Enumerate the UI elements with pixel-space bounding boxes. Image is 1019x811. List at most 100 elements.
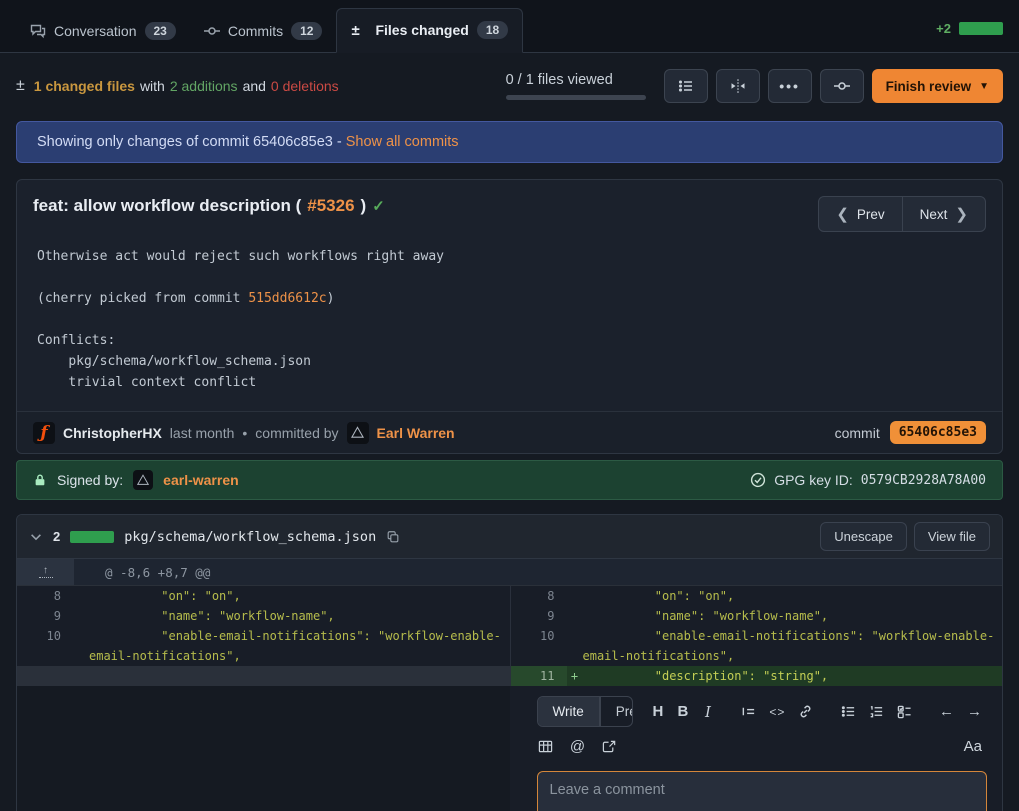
commit-time: last month — [170, 425, 235, 441]
redo-icon[interactable]: → — [967, 703, 982, 721]
diff-line-marker — [73, 586, 89, 606]
expand-up-icon: ↑ — [43, 566, 48, 575]
reference-icon[interactable] — [601, 737, 619, 755]
gpg-key-group: GPG key ID: 0579CB2928A78A00 — [750, 472, 986, 488]
diff-line-number[interactable]: 8 — [511, 586, 567, 606]
diff-icon-small: ± — [16, 77, 25, 95]
hunk-header-row: ↑ @ -8,6 +8,7 @@ — [17, 559, 1002, 586]
diff-line-code: "description": "string", — [583, 666, 1003, 686]
files-viewed-label: 0 / 1 files viewed — [506, 72, 613, 88]
diff-line-number[interactable]: 8 — [17, 586, 73, 606]
cherry-pick-hash-link[interactable]: 515dd6612c — [248, 291, 326, 306]
prev-commit-button[interactable]: ❮ Prev — [818, 196, 902, 232]
verified-icon — [750, 472, 766, 488]
commit-panel: feat: allow workflow description (#5326)… — [16, 179, 1003, 454]
undo-icon[interactable]: ← — [939, 703, 954, 721]
collapse-file-icon[interactable] — [29, 530, 43, 544]
cherry-pick-close: ) — [327, 291, 335, 306]
signature-bar: Signed by: earl-warren GPG key ID: 0579C… — [16, 460, 1003, 500]
bold-icon[interactable]: B — [677, 703, 689, 721]
diff-line: 9 "name": "workflow-name", — [511, 606, 1003, 626]
tab-conversation[interactable]: Conversation 23 — [16, 10, 190, 53]
link-icon[interactable] — [798, 703, 813, 721]
changed-files-summary: ± 1 changed files with 2 additions and 0… — [16, 77, 339, 95]
task-list-icon[interactable] — [897, 703, 912, 721]
signer-avatar[interactable] — [133, 470, 153, 490]
commit-label: commit — [835, 425, 880, 441]
chevron-left-icon: ❮ — [836, 205, 849, 223]
write-tab[interactable]: Write — [538, 697, 600, 726]
italic-icon[interactable]: I — [702, 703, 714, 721]
file-changes-count: 2 — [53, 529, 60, 544]
comment-region-left-spacer — [17, 686, 510, 811]
diff-line-number[interactable]: 11 — [511, 666, 567, 686]
commit-hash-badge[interactable]: 65406c85e3 — [890, 421, 986, 444]
lock-icon — [33, 473, 47, 487]
commit-header: feat: allow workflow description (#5326)… — [17, 180, 1002, 236]
committer-name-link[interactable]: Earl Warren — [377, 425, 455, 441]
diff-line-marker — [567, 606, 583, 626]
editor-mode-switch: Write Preview — [537, 696, 633, 727]
hunk-header-text: @ -8,6 +8,7 @@ — [74, 559, 210, 585]
dot-separator: • — [242, 425, 247, 441]
unordered-list-icon[interactable] — [841, 703, 856, 721]
issue-reference[interactable]: #5326 — [307, 196, 354, 216]
preview-tab[interactable]: Preview — [600, 697, 633, 726]
copy-filename-icon[interactable] — [386, 530, 400, 544]
tab-files-changed[interactable]: ± Files changed 18 — [336, 8, 523, 53]
ci-success-icon[interactable]: ✓ — [372, 197, 385, 215]
diff-line-number[interactable]: 9 — [17, 606, 73, 626]
quote-icon[interactable] — [741, 703, 756, 721]
ordered-list-icon[interactable] — [869, 703, 884, 721]
diff-line-marker — [73, 606, 89, 626]
view-file-button[interactable]: View file — [914, 522, 990, 551]
file-actions: Unescape View file — [820, 522, 990, 551]
file-tree-toggle-button[interactable] — [664, 69, 708, 103]
commit-filter-banner: Showing only changes of commit 65406c85e… — [16, 121, 1003, 163]
banner-text: Showing only changes of commit 65406c85e… — [37, 134, 342, 150]
unescape-button[interactable]: Unescape — [820, 522, 907, 551]
show-all-commits-link[interactable]: Show all commits — [346, 134, 459, 150]
diff-line: 11+ "description": "string", — [511, 666, 1003, 686]
tab-commits[interactable]: Commits 12 — [190, 10, 337, 53]
code-icon[interactable]: <> — [769, 703, 785, 721]
diff-line-number — [17, 666, 73, 686]
table-icon[interactable] — [537, 737, 555, 755]
commit-message: Otherwise act would reject such workflow… — [17, 236, 1002, 411]
tab-conversation-label: Conversation — [54, 23, 137, 39]
more-options-button[interactable]: ••• — [768, 69, 812, 103]
commit-hash-group: commit 65406c85e3 — [835, 421, 986, 444]
caret-down-icon: ▼ — [979, 81, 989, 92]
diff-line: 8 "on": "on", — [17, 586, 510, 606]
tab-files-changed-count: 18 — [477, 21, 508, 39]
diff-line-code: "on": "on", — [583, 586, 1003, 606]
select-commit-button[interactable] — [820, 69, 864, 103]
heading-icon[interactable]: H — [652, 703, 664, 721]
diff-line-marker: + — [567, 666, 583, 686]
diff-line-code: "enable-email-notifications": "workflow-… — [583, 626, 1003, 666]
committer-avatar[interactable] — [347, 422, 369, 444]
diff-line-number[interactable]: 10 — [17, 626, 73, 666]
next-commit-button[interactable]: Next ❯ — [902, 196, 986, 232]
expand-hunk-button[interactable]: ↑ — [17, 559, 74, 585]
gpg-key-value: 0579CB2928A78A00 — [861, 473, 986, 488]
author-name[interactable]: ChristopherHX — [63, 425, 162, 441]
finish-review-button[interactable]: Finish review ▼ — [872, 69, 1003, 103]
split-diff: 8 "on": "on",9 "name": "workflow-name",1… — [17, 586, 1002, 686]
diff-style-toggle-button[interactable] — [716, 69, 760, 103]
comment-input[interactable] — [537, 771, 987, 811]
text-size-toggle[interactable]: Aa — [964, 738, 982, 755]
file-diff-panel: 2 pkg/schema/workflow_schema.json Unesca… — [16, 514, 1003, 811]
diff-line — [17, 666, 510, 686]
diff-line-number[interactable]: 9 — [511, 606, 567, 626]
files-viewed-progressbar — [506, 95, 646, 100]
file-name[interactable]: pkg/schema/workflow_schema.json — [124, 529, 376, 545]
tab-conversation-count: 23 — [145, 22, 176, 40]
author-avatar[interactable]: ƒ — [33, 422, 55, 444]
diff-right-side: 8 "on": "on",9 "name": "workflow-name",1… — [510, 586, 1003, 686]
mention-icon[interactable]: @ — [569, 737, 587, 755]
review-cluster: 0 / 1 files viewed ••• Finish review ▼ — [506, 69, 1003, 103]
pr-tab-bar: Conversation 23 Commits 12 ± Files chang… — [0, 0, 1019, 53]
signer-name-link[interactable]: earl-warren — [163, 472, 238, 488]
diff-line-number[interactable]: 10 — [511, 626, 567, 666]
